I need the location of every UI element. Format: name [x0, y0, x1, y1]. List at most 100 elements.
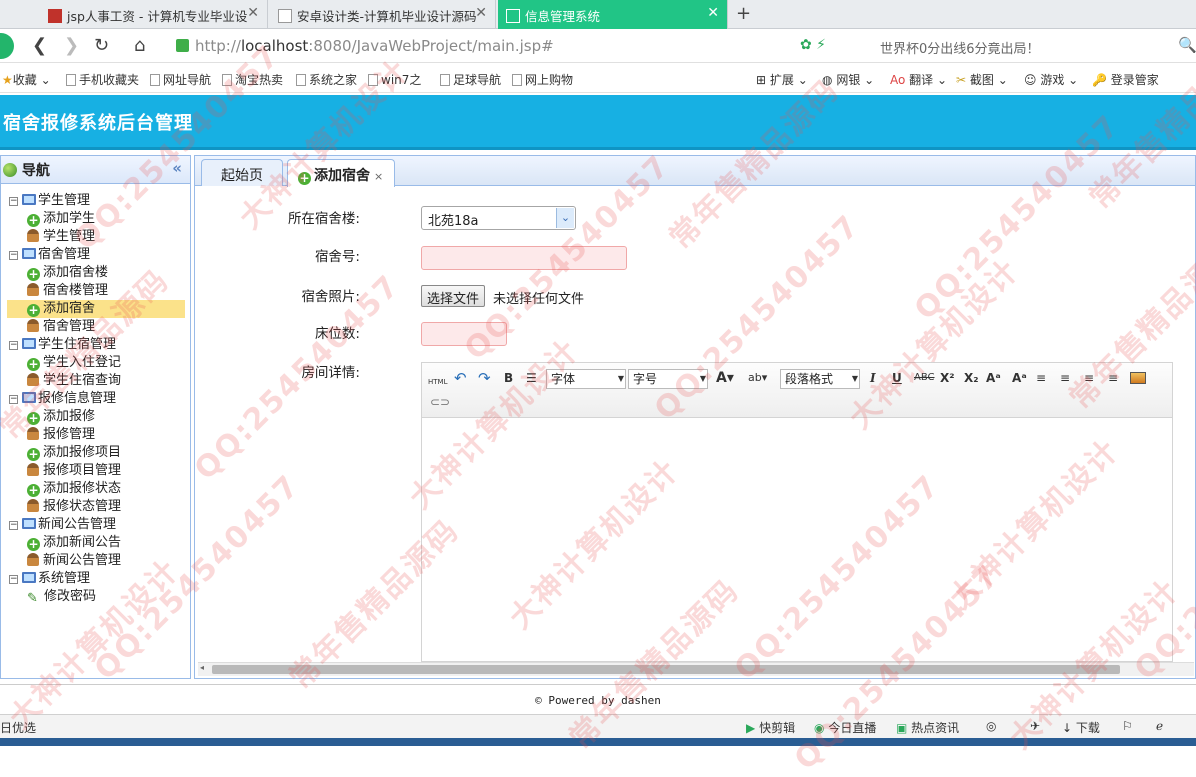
- news-ticker[interactable]: 世界杯0分出线6分竟出局！: [880, 38, 1040, 57]
- bookmark-mobile[interactable]: 手机收藏夹: [66, 71, 139, 88]
- sidebar-group[interactable]: − 宿舍管理: [1, 246, 190, 264]
- underline-icon[interactable]: U: [892, 369, 902, 387]
- collapse-toggle-icon[interactable]: −: [9, 521, 18, 530]
- home-icon[interactable]: ⌂: [134, 35, 145, 56]
- bank-menu[interactable]: ◍ 网银 ⌄: [822, 71, 874, 88]
- font-size-combo[interactable]: 字号 ▼: [628, 369, 708, 389]
- collapse-toggle-icon[interactable]: −: [9, 197, 18, 206]
- increase-font-icon[interactable]: Aᵃ: [986, 369, 1001, 387]
- status-hot[interactable]: ▣ 热点资讯: [896, 719, 959, 736]
- sidebar-group[interactable]: − 报修信息管理: [1, 390, 190, 408]
- reload-icon[interactable]: ↻: [94, 35, 109, 56]
- translate-menu[interactable]: Ao 翻译 ⌄: [890, 71, 947, 88]
- sidebar-item[interactable]: 报修管理: [1, 426, 190, 444]
- bookmark-shopping[interactable]: 网上购物: [512, 71, 573, 88]
- bookmark-win7[interactable]: win7之: [368, 71, 421, 88]
- status-pin-icon[interactable]: ✈: [1030, 719, 1040, 733]
- font-combo[interactable]: 字体 ▼: [546, 369, 626, 389]
- status-clip[interactable]: ▶ 快剪辑: [746, 719, 795, 736]
- browser-tab-2[interactable]: 安卓设计类-计算机毕业设计源码 ✕: [270, 0, 496, 29]
- close-tab-icon[interactable]: ✕: [247, 5, 259, 21]
- align-right-icon[interactable]: ≡: [1060, 369, 1070, 387]
- sidebar-item[interactable]: 宿舍管理: [1, 318, 190, 336]
- collapse-toggle-icon[interactable]: −: [9, 575, 18, 584]
- tab-home[interactable]: 起始页: [201, 159, 283, 186]
- sidebar-item[interactable]: + 添加学生: [1, 210, 190, 228]
- games-menu[interactable]: ☺ 游戏 ⌄: [1024, 71, 1078, 88]
- tab-add-dorm[interactable]: + 添加宿舍 ×: [287, 159, 395, 187]
- sidebar-group[interactable]: − 学生住宿管理: [1, 336, 190, 354]
- new-tab-button[interactable]: +: [736, 3, 751, 24]
- sidebar-item[interactable]: + 添加宿舍楼: [1, 264, 190, 282]
- italic-icon[interactable]: I: [870, 369, 876, 387]
- redo-icon[interactable]: ↷: [478, 369, 491, 387]
- status-ie-icon[interactable]: ℯ: [1156, 719, 1163, 733]
- bookmark-xitong[interactable]: 系统之家: [296, 71, 357, 88]
- sidebar-item[interactable]: + 添加报修状态: [1, 480, 190, 498]
- login-manager[interactable]: 🔑 登录管家: [1092, 71, 1159, 88]
- collapse-toggle-icon[interactable]: −: [9, 395, 18, 404]
- search-icon[interactable]: 🔍: [1178, 36, 1196, 54]
- sidebar-item[interactable]: ✎ 修改密码: [1, 588, 190, 606]
- sidebar-item[interactable]: 学生管理: [1, 228, 190, 246]
- paragraph-format-combo[interactable]: 段落格式 ▼: [780, 369, 860, 389]
- image-icon[interactable]: [1130, 372, 1146, 384]
- back-icon[interactable]: ❮: [32, 35, 47, 56]
- superscript-icon[interactable]: X²: [940, 369, 955, 387]
- building-select[interactable]: 北苑18a ⌄: [421, 206, 576, 230]
- browser-tab-1[interactable]: jsp人事工资 - 计算机专业毕业设 ✕: [40, 0, 268, 29]
- sidebar-group[interactable]: − 新闻公告管理: [1, 516, 190, 534]
- status-flag-icon[interactable]: ⚐: [1122, 719, 1133, 733]
- scrollbar-thumb[interactable]: [212, 665, 1120, 674]
- decrease-font-icon[interactable]: Aᵃ: [1012, 369, 1027, 387]
- bookmark-nav[interactable]: 网址导航: [150, 71, 211, 88]
- sidebar-item[interactable]: + 学生入住登记: [1, 354, 190, 372]
- subscript-icon[interactable]: X₂: [964, 369, 979, 387]
- sidebar-group[interactable]: − 系统管理: [1, 570, 190, 588]
- close-tab-icon[interactable]: ✕: [707, 5, 719, 21]
- sidebar-item[interactable]: + 添加新闻公告: [1, 534, 190, 552]
- collapse-toggle-icon[interactable]: −: [9, 251, 18, 260]
- clear-format-icon[interactable]: ☰: [526, 369, 537, 387]
- close-tab-icon[interactable]: ✕: [475, 5, 487, 21]
- screenshot-menu[interactable]: ✂ 截图 ⌄: [956, 71, 1008, 88]
- room-input[interactable]: [421, 246, 627, 270]
- sidebar-item[interactable]: 宿舍楼管理: [1, 282, 190, 300]
- undo-icon[interactable]: ↶: [454, 369, 467, 387]
- sidebar-item[interactable]: 新闻公告管理: [1, 552, 190, 570]
- status-live[interactable]: ◉ 今日直播: [814, 719, 876, 736]
- sidebar-item[interactable]: + 添加宿舍: [7, 300, 185, 318]
- strikethrough-icon[interactable]: ABC: [914, 369, 935, 387]
- status-download[interactable]: ↓ 下载: [1062, 719, 1100, 736]
- font-color-icon[interactable]: A▾: [716, 369, 734, 387]
- browser-tab-3[interactable]: 信息管理系统 ✕: [498, 0, 728, 29]
- bookmark-football[interactable]: 足球导航: [440, 71, 501, 88]
- sidebar-item[interactable]: 报修项目管理: [1, 462, 190, 480]
- align-left-icon[interactable]: ≡: [1036, 369, 1046, 387]
- collapse-icon[interactable]: «: [172, 159, 182, 177]
- link-icon[interactable]: ⊂⊃: [430, 393, 450, 411]
- status-speed-icon[interactable]: ◎: [986, 719, 996, 733]
- align-justify-icon[interactable]: ≡: [1108, 369, 1118, 387]
- html-source-button[interactable]: HTML: [428, 373, 447, 391]
- collapse-toggle-icon[interactable]: −: [9, 341, 18, 350]
- sidebar-item[interactable]: 学生住宿查询: [1, 372, 190, 390]
- sidebar-group[interactable]: − 学生管理: [1, 192, 190, 210]
- url-field[interactable]: http://localhost:8080/JavaWebProject/mai…: [176, 34, 786, 58]
- bold-icon[interactable]: B: [504, 369, 513, 387]
- status-left[interactable]: 日优选: [0, 719, 36, 736]
- horizontal-scrollbar[interactable]: ◂: [198, 662, 1194, 676]
- highlight-icon[interactable]: ab▾: [748, 369, 767, 387]
- sidebar-item[interactable]: + 添加报修项目: [1, 444, 190, 462]
- align-center-icon[interactable]: ≡: [1084, 369, 1094, 387]
- sidebar-item[interactable]: 报修状态管理: [1, 498, 190, 516]
- bookmark-taobao[interactable]: 淘宝热卖: [222, 71, 283, 88]
- sidebar-item[interactable]: + 添加报修: [1, 408, 190, 426]
- forward-icon[interactable]: ❯: [64, 35, 79, 56]
- bookmark-favorites[interactable]: ★收藏 ⌄: [2, 71, 51, 88]
- extensions-menu[interactable]: ⊞ 扩展 ⌄: [756, 71, 808, 88]
- scroll-left-icon[interactable]: ◂: [200, 663, 204, 672]
- choose-file-button[interactable]: 选择文件: [421, 285, 486, 307]
- close-icon[interactable]: ×: [374, 170, 383, 183]
- beds-input[interactable]: [421, 322, 507, 346]
